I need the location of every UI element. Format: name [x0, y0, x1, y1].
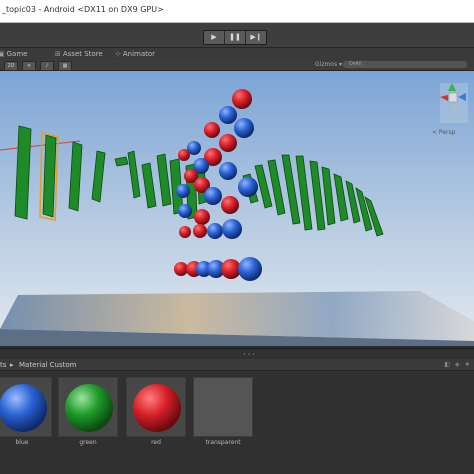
- sphere-red: [232, 89, 252, 109]
- sphere-red: [178, 149, 190, 161]
- tab-asset-store[interactable]: ⊞ Asset Store: [55, 50, 103, 58]
- material-sphere-icon: [133, 384, 181, 432]
- scene-render: < Persp: [0, 71, 474, 346]
- tab-animator[interactable]: ⊹ Animator: [115, 50, 155, 58]
- lighting-toggle-icon[interactable]: ☀: [22, 61, 36, 71]
- sphere-red: [174, 262, 188, 276]
- asset-material-blue[interactable]: blue: [0, 377, 52, 446]
- scene-orientation-gizmo-icon: [440, 83, 468, 123]
- material-thumbnail: [193, 377, 253, 437]
- material-thumbnail: [58, 377, 118, 437]
- material-thumbnail: [0, 377, 52, 437]
- sphere-blue: [204, 187, 222, 205]
- lock-icon[interactable]: ◧: [444, 361, 450, 368]
- scene-toolbar: 2D ☀ ♪ ▦ Gizmos ▾ Q▾All: [0, 60, 474, 71]
- asset-label: transparent: [205, 439, 241, 446]
- asset-material-red[interactable]: red: [126, 377, 186, 446]
- material-thumbnail: [126, 377, 186, 437]
- asset-grid: blue green red transparent: [0, 371, 474, 474]
- pause-button[interactable]: ❚❚: [225, 31, 246, 44]
- project-panel-header: • • •: [0, 348, 474, 359]
- animator-icon: ⊹: [115, 50, 121, 58]
- sphere-blue: [207, 223, 223, 239]
- material-sphere-icon: [65, 384, 113, 432]
- step-icon: ▶❙: [250, 33, 262, 41]
- window-title: _topic03 - Android <DX11 on DX9 GPU>: [2, 5, 164, 14]
- filter-icon[interactable]: ◈: [455, 361, 460, 368]
- sphere-blue: [178, 204, 192, 218]
- breadcrumb-separator-icon: ▸: [10, 361, 14, 369]
- sphere-blue: [219, 106, 237, 124]
- scene-search-input[interactable]: Q▾All: [343, 61, 467, 68]
- breadcrumb: ts ▸ Material Custom ◧ ◈ ★: [0, 359, 474, 371]
- asset-label: red: [151, 439, 161, 446]
- sphere-blue: [238, 177, 258, 197]
- main-toolbar: ▶ ❚❚ ▶❙: [0, 23, 474, 48]
- game-icon: ▣: [0, 50, 5, 58]
- audio-toggle-icon[interactable]: ♪: [40, 61, 54, 71]
- breadcrumb-folder[interactable]: Material Custom: [19, 361, 76, 369]
- sphere-blue: [234, 118, 254, 138]
- breadcrumb-actions: ◧ ◈ ★: [444, 361, 470, 368]
- asset-label: blue: [15, 439, 29, 446]
- panel-grip-icon: • • •: [243, 352, 256, 358]
- asset-material-transparent[interactable]: transparent: [193, 377, 253, 446]
- material-sphere-icon: [0, 384, 47, 432]
- step-button[interactable]: ▶❙: [246, 31, 266, 44]
- sphere-blue: [238, 257, 262, 281]
- sphere-red: [193, 224, 207, 238]
- sphere-red: [179, 226, 191, 238]
- play-icon: ▶: [211, 33, 217, 41]
- persp-label: < Persp: [432, 129, 456, 136]
- sphere-blue: [176, 184, 190, 198]
- star-icon[interactable]: ★: [465, 361, 470, 368]
- asset-label: green: [79, 439, 97, 446]
- sphere-red: [221, 196, 239, 214]
- sphere-red: [204, 122, 220, 138]
- window-title-bar: _topic03 - Android <DX11 on DX9 GPU>: [0, 0, 474, 23]
- tab-game[interactable]: ▣ Game: [0, 50, 27, 58]
- playback-controls: ▶ ❚❚ ▶❙: [203, 30, 267, 45]
- breadcrumb-root[interactable]: ts: [0, 361, 6, 369]
- sphere-red: [219, 134, 237, 152]
- pause-icon: ❚❚: [229, 33, 241, 41]
- effects-toggle-icon[interactable]: ▦: [58, 61, 72, 71]
- editor-tabs: ▣ Game ⊞ Asset Store ⊹ Animator: [0, 48, 474, 60]
- asset-store-icon: ⊞: [55, 50, 61, 58]
- scene-viewport[interactable]: < Persp: [0, 71, 474, 346]
- sphere-blue: [222, 219, 242, 239]
- sphere-red: [194, 209, 210, 225]
- asset-material-green[interactable]: green: [58, 377, 118, 446]
- gizmos-dropdown[interactable]: Gizmos ▾: [315, 61, 342, 68]
- play-button[interactable]: ▶: [204, 31, 225, 44]
- sphere-blue: [219, 162, 237, 180]
- 2d-toggle[interactable]: 2D: [4, 61, 18, 71]
